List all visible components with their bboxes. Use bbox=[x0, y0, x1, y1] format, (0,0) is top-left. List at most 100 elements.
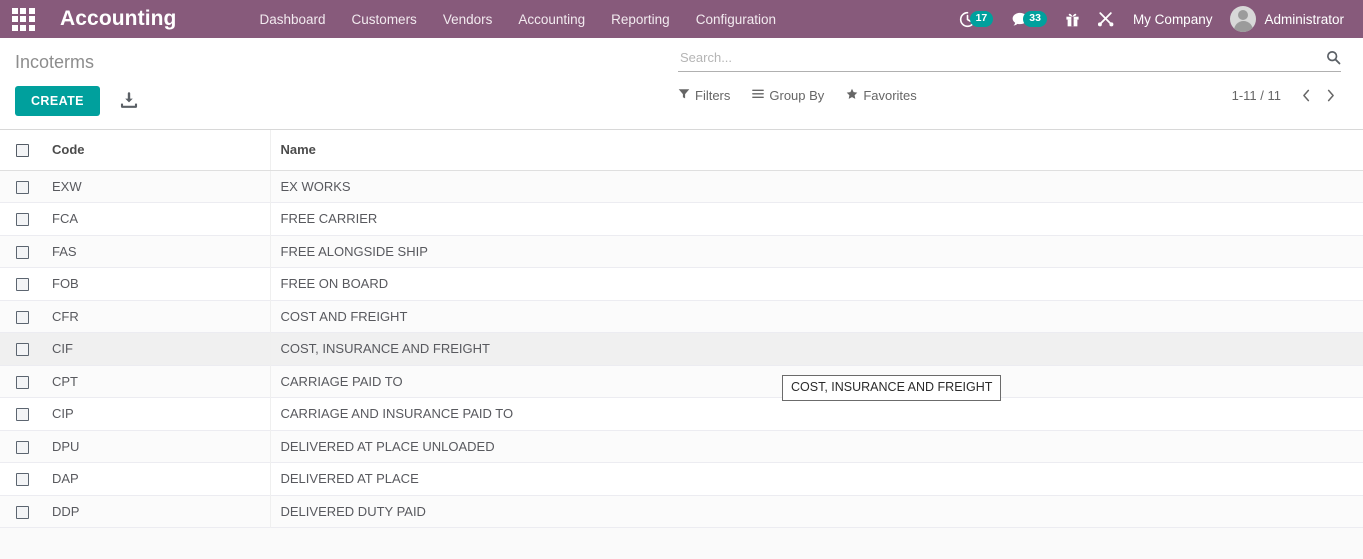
table-row[interactable]: DAP DELIVERED AT PLACE bbox=[0, 462, 1363, 496]
row-select-cell bbox=[0, 170, 42, 203]
list-view: Code Name EXW EX WORKS FCA FREE CARRIER FAS F… bbox=[0, 130, 1363, 559]
group-by-dropdown[interactable]: Group By bbox=[752, 88, 824, 103]
incoterms-table: Code Name EXW EX WORKS FCA FREE CARRIER FAS F… bbox=[0, 130, 1363, 528]
apps-menu-button[interactable] bbox=[0, 0, 46, 38]
create-button[interactable]: CREATE bbox=[15, 86, 100, 116]
cell-name: DELIVERED AT PLACE UNLOADED bbox=[269, 430, 1363, 463]
cell-code: EXW bbox=[52, 178, 82, 194]
user-menu-button[interactable]: Administrator bbox=[1221, 0, 1353, 38]
table-row[interactable]: DDP DELIVERED DUTY PAID bbox=[0, 495, 1363, 528]
gift-button[interactable] bbox=[1056, 0, 1089, 38]
row-checkbox[interactable] bbox=[16, 375, 29, 389]
cell-name: FREE CARRIER bbox=[269, 202, 1363, 235]
app-brand-title[interactable]: Accounting bbox=[46, 7, 191, 31]
menu-item-reporting[interactable]: Reporting bbox=[598, 2, 683, 37]
row-checkbox[interactable] bbox=[16, 245, 29, 259]
messaging-count-badge: 33 bbox=[1023, 10, 1047, 28]
table-header-row: Code Name bbox=[0, 130, 1363, 171]
menu-item-accounting[interactable]: Accounting bbox=[505, 2, 598, 37]
row-checkbox[interactable] bbox=[16, 278, 29, 292]
favorites-dropdown[interactable]: Favorites bbox=[846, 88, 917, 103]
cell-code: FAS bbox=[52, 243, 77, 259]
funnel-icon bbox=[678, 88, 690, 103]
row-checkbox[interactable] bbox=[16, 213, 29, 227]
row-checkbox[interactable] bbox=[16, 310, 29, 324]
table-body: EXW EX WORKS FCA FREE CARRIER FAS FREE ALONGS… bbox=[0, 170, 1363, 528]
table-row[interactable]: FOB FREE ON BOARD bbox=[0, 267, 1363, 301]
page-title: Incoterms bbox=[15, 52, 95, 72]
row-checkbox[interactable] bbox=[16, 440, 29, 454]
activities-menu-button[interactable]: 17 bbox=[950, 0, 1003, 38]
tools-wrench-icon bbox=[1097, 11, 1115, 28]
row-select-cell bbox=[0, 300, 42, 333]
favorites-label: Favorites bbox=[863, 88, 917, 103]
menu-item-dashboard[interactable]: Dashboard bbox=[247, 2, 339, 37]
table-row[interactable]: CIF COST, INSURANCE AND FREIGHT bbox=[0, 332, 1363, 366]
table-row[interactable]: CFR COST AND FREIGHT bbox=[0, 300, 1363, 333]
table-header: Code Name bbox=[0, 130, 1363, 171]
group-by-label: Group By bbox=[769, 88, 825, 103]
main-menu: Dashboard Customers Vendors Accounting R… bbox=[247, 2, 790, 37]
table-row[interactable]: CPT CARRIAGE PAID TO bbox=[0, 365, 1363, 398]
gift-icon bbox=[1065, 11, 1080, 28]
row-select-cell bbox=[0, 430, 42, 463]
messaging-menu-button[interactable]: 33 bbox=[1002, 0, 1056, 38]
search-zone: Filters Group By Favorites bbox=[678, 46, 1341, 103]
pager: 1-11 / 11 bbox=[1232, 85, 1341, 107]
cell-code: DPU bbox=[52, 438, 80, 454]
cell-name: DELIVERED AT PLACE bbox=[269, 462, 1363, 495]
cell-code: CFR bbox=[52, 308, 79, 324]
table-row[interactable]: EXW EX WORKS bbox=[0, 170, 1363, 203]
cell-name: EX WORKS bbox=[269, 170, 1363, 203]
select-all-checkbox[interactable] bbox=[16, 144, 29, 158]
cell-name: CARRIAGE AND INSURANCE PAID TO bbox=[269, 397, 1363, 430]
cell-name: COST AND FREIGHT bbox=[269, 300, 1363, 333]
cell-code: FOB bbox=[52, 276, 79, 292]
user-avatar-icon bbox=[1230, 6, 1257, 32]
table-row[interactable]: CIP CARRIAGE AND INSURANCE PAID TO bbox=[0, 397, 1363, 430]
cell-code: CIF bbox=[52, 341, 73, 357]
pager-next-button[interactable] bbox=[1319, 85, 1341, 107]
row-select-cell bbox=[0, 333, 42, 366]
menu-item-customers[interactable]: Customers bbox=[339, 2, 430, 37]
row-tooltip: COST, INSURANCE AND FREIGHT bbox=[782, 375, 1002, 401]
menu-item-configuration[interactable]: Configuration bbox=[683, 2, 789, 37]
menu-item-vendors[interactable]: Vendors bbox=[430, 2, 506, 37]
row-select-cell bbox=[0, 495, 42, 528]
pager-previous-button[interactable] bbox=[1295, 85, 1317, 107]
cell-code: CIP bbox=[52, 406, 74, 422]
row-select-cell bbox=[0, 268, 42, 301]
cell-code: CPT bbox=[52, 373, 78, 389]
row-checkbox[interactable] bbox=[16, 505, 29, 519]
cell-code: DAP bbox=[52, 471, 79, 487]
row-checkbox[interactable] bbox=[16, 180, 29, 194]
table-row[interactable]: FCA FREE CARRIER bbox=[0, 202, 1363, 236]
search-bar[interactable] bbox=[678, 46, 1341, 72]
hamburger-lines-icon bbox=[752, 88, 765, 103]
cell-name: FREE ON BOARD bbox=[269, 267, 1363, 300]
tools-button[interactable] bbox=[1089, 0, 1124, 38]
table-row[interactable]: DPU DELIVERED AT PLACE UNLOADED bbox=[0, 430, 1363, 463]
user-name-label: Administrator bbox=[1264, 11, 1344, 27]
search-magnifier-icon[interactable] bbox=[1320, 50, 1341, 65]
top-navbar: Accounting Dashboard Customers Vendors A… bbox=[0, 0, 1363, 38]
row-checkbox[interactable] bbox=[16, 473, 29, 487]
company-name-label: My Company bbox=[1132, 11, 1213, 27]
import-download-icon[interactable] bbox=[120, 92, 138, 110]
row-select-cell bbox=[0, 365, 42, 398]
column-header-name[interactable]: Name bbox=[269, 130, 1363, 171]
filters-dropdown[interactable]: Filters bbox=[678, 88, 730, 103]
search-input[interactable] bbox=[678, 49, 1320, 66]
table-footer-area bbox=[0, 528, 1363, 559]
star-icon bbox=[846, 88, 858, 103]
row-select-cell bbox=[0, 203, 42, 236]
row-checkbox[interactable] bbox=[16, 343, 29, 357]
row-select-cell bbox=[0, 463, 42, 496]
select-all-cell bbox=[0, 130, 42, 171]
cell-name: FREE ALONGSIDE SHIP bbox=[269, 235, 1363, 268]
table-row[interactable]: FAS FREE ALONGSIDE SHIP bbox=[0, 235, 1363, 268]
row-checkbox[interactable] bbox=[16, 408, 29, 422]
column-header-code[interactable]: Code bbox=[42, 130, 270, 171]
company-switcher[interactable]: My Company bbox=[1124, 0, 1222, 38]
activities-count-badge: 17 bbox=[969, 10, 994, 28]
